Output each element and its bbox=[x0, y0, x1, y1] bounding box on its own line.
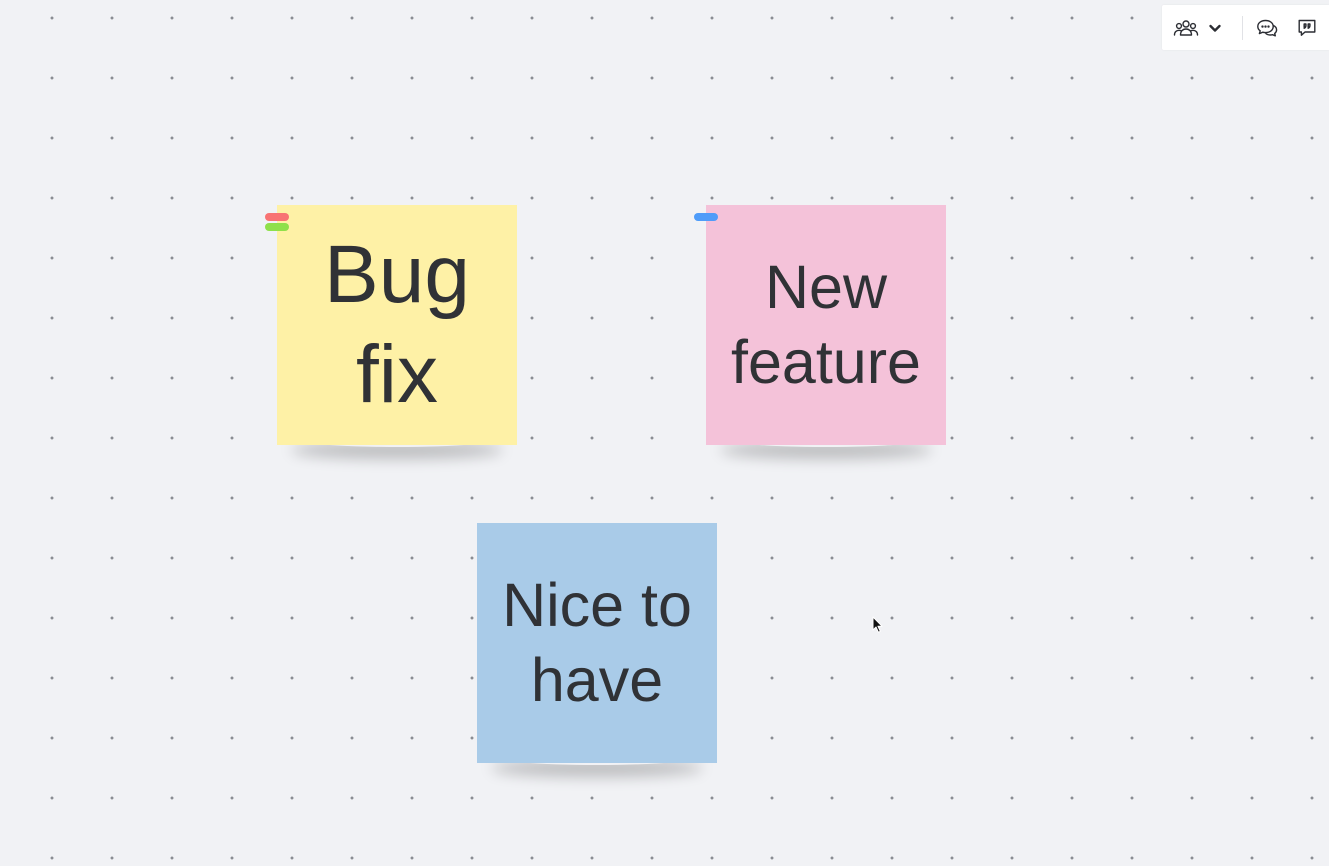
tag-green[interactable] bbox=[265, 223, 289, 231]
sticky-note-line: Nice to bbox=[502, 571, 692, 639]
sticky-note-text: Bug fix bbox=[324, 225, 470, 425]
sticky-note-new-feature[interactable]: New feature bbox=[706, 205, 946, 445]
sticky-note-line: New bbox=[764, 253, 887, 321]
feedback-quote-icon bbox=[1298, 19, 1316, 36]
sticky-note-text: Nice to have bbox=[502, 568, 692, 718]
sticky-note-line: Bug bbox=[324, 229, 470, 320]
sticky-note-line: have bbox=[530, 646, 664, 714]
comments-button[interactable] bbox=[1252, 13, 1282, 43]
feedback-button[interactable] bbox=[1292, 13, 1322, 43]
sticky-note-text: New feature bbox=[731, 250, 921, 400]
sticky-note-line: fix bbox=[356, 329, 438, 420]
tag-blue[interactable] bbox=[694, 213, 718, 221]
collaborators-button[interactable] bbox=[1170, 13, 1226, 43]
chevron-down-icon[interactable] bbox=[1207, 20, 1223, 36]
comments-icon bbox=[1257, 19, 1278, 37]
sticky-note-nice-to-have[interactable]: Nice to have bbox=[477, 523, 717, 763]
tag-red[interactable] bbox=[265, 213, 289, 221]
mouse-pointer-icon bbox=[872, 616, 883, 633]
sticky-note-bug-fix[interactable]: Bug fix bbox=[277, 205, 517, 445]
sticky-note-line: feature bbox=[731, 328, 921, 396]
board-toolbar bbox=[1162, 5, 1329, 50]
toolbar-divider bbox=[1242, 16, 1243, 40]
users-group-icon bbox=[1173, 20, 1199, 36]
